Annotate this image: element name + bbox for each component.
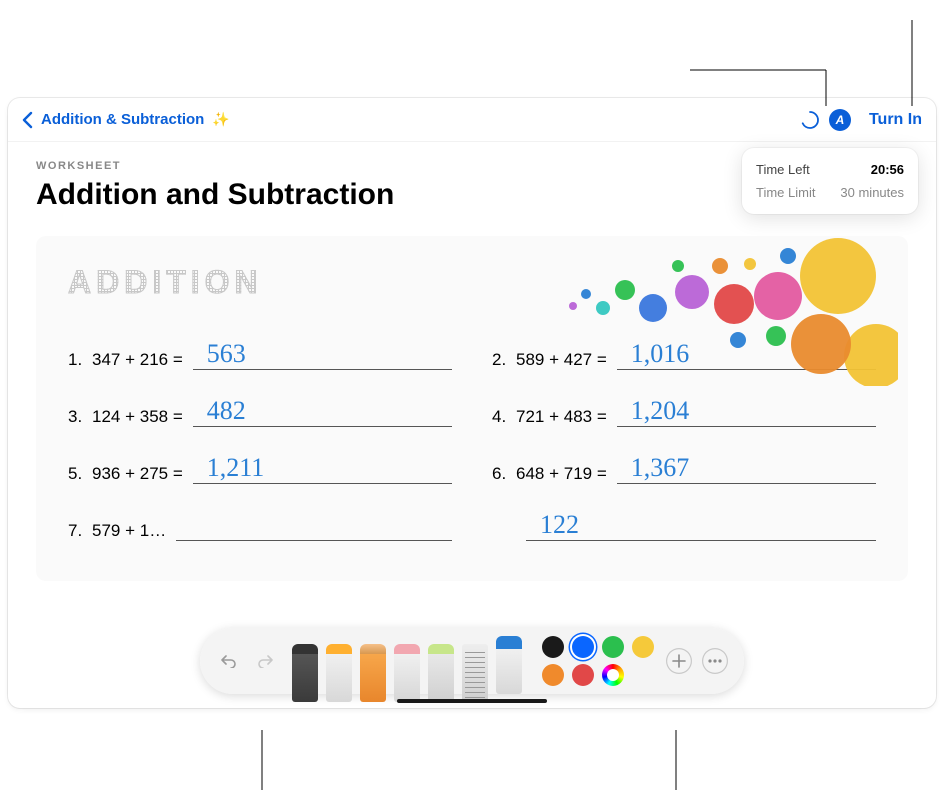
answer-field: 482 [193, 398, 452, 427]
problem-row[interactable]: 122 [492, 512, 876, 541]
highlighter-tool[interactable] [496, 636, 522, 694]
sparkle-icon: ✨ [212, 111, 229, 128]
marker-tool[interactable] [326, 644, 352, 702]
undo-icon [221, 654, 237, 668]
plus-icon [672, 654, 686, 668]
answer-field: 563 [193, 341, 452, 370]
ellipsis-icon [708, 659, 722, 663]
redo-icon [257, 654, 273, 668]
swatch-yellow[interactable] [632, 636, 654, 658]
answer-field: 1,367 [617, 455, 876, 484]
color-picker-button[interactable] [602, 664, 624, 686]
time-left-label: Time Left [756, 162, 810, 177]
time-limit-value: 30 minutes [840, 185, 904, 200]
problem-row[interactable]: 3.124 + 358 =482 [68, 398, 452, 427]
back-button[interactable] [22, 111, 33, 129]
worksheet-content: WORKSHEET Addition and Subtraction NAME:… [8, 142, 936, 708]
answer-field [176, 513, 452, 541]
time-limit-label: Time Limit [756, 185, 815, 200]
problem-row[interactable]: 6.648 + 719 =1,367 [492, 455, 876, 484]
markup-toolbar [200, 628, 744, 694]
answer-field: 122 [526, 512, 876, 541]
problem-row[interactable]: 4.721 + 483 =1,204 [492, 398, 876, 427]
home-indicator[interactable] [397, 699, 547, 703]
tool-tray [288, 628, 526, 694]
swatch-red[interactable] [572, 664, 594, 686]
add-button[interactable] [666, 648, 692, 674]
problem-row[interactable]: 7.579 + 1… [68, 512, 452, 541]
crayon-tool[interactable] [428, 644, 454, 702]
answer-field: 1,204 [617, 398, 876, 427]
undo-button[interactable] [216, 648, 242, 674]
chevron-left-icon [22, 111, 33, 129]
markup-button[interactable]: A [829, 109, 851, 131]
ruler-tool[interactable] [462, 644, 488, 702]
pencil-tool[interactable] [360, 644, 386, 702]
problem-row[interactable]: 1.347 + 216 =563 [68, 341, 452, 370]
swatch-black[interactable] [542, 636, 564, 658]
swatch-blue[interactable] [572, 636, 594, 658]
pen-tool[interactable] [292, 644, 318, 702]
swatch-orange[interactable] [542, 664, 564, 686]
worksheet-card: ADDITION 1.347 + 216 =563 2.589 + 427 =1… [36, 236, 908, 581]
time-popover: Time Left 20:56 Time Limit 30 minutes [742, 148, 918, 214]
answer-field: 1,211 [193, 455, 452, 484]
decorative-bubbles [478, 226, 898, 386]
more-button[interactable] [702, 648, 728, 674]
color-swatches [542, 636, 656, 686]
eraser-tool[interactable] [394, 644, 420, 702]
problem-row[interactable]: 5.936 + 275 =1,211 [68, 455, 452, 484]
turn-in-button[interactable]: Turn In [869, 111, 922, 129]
nav-title: Addition & Subtraction [41, 111, 204, 128]
time-left-value: 20:56 [871, 162, 904, 177]
markup-glyph-icon: A [836, 113, 845, 127]
app-window: Addition & Subtraction ✨ A Turn In Time … [8, 98, 936, 708]
swatch-green[interactable] [602, 636, 624, 658]
redo-button[interactable] [252, 648, 278, 674]
navbar: Addition & Subtraction ✨ A Turn In [8, 98, 936, 142]
timer-icon [800, 110, 820, 130]
timer-button[interactable] [799, 109, 821, 131]
